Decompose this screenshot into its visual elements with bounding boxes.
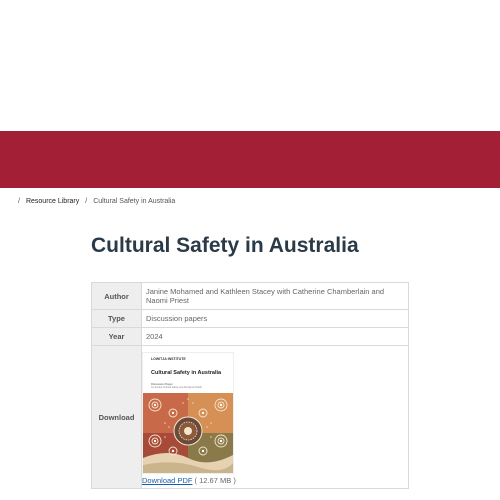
year-row: Year 2024: [91, 327, 409, 346]
author-label: Author: [91, 282, 142, 310]
download-cell: LOWITJA INSTITUTE Cultural Safety in Aus…: [141, 345, 409, 489]
breadcrumb-current: Cultural Safety in Australia: [93, 198, 176, 205]
breadcrumb: / Resource Library / Cultural Safety in …: [16, 198, 175, 205]
header-area: [0, 0, 500, 131]
author-row: Author Janine Mohamed and Kathleen Stace…: [91, 282, 409, 310]
download-pdf-link[interactable]: Download PDF: [142, 476, 192, 485]
breadcrumb-resource-library-link[interactable]: Resource Library: [26, 198, 79, 205]
type-label: Type: [91, 309, 142, 328]
download-line: Download PDF ( 12.67 MB ): [142, 476, 408, 485]
page-banner: [0, 131, 500, 188]
file-size: ( 12.67 MB ): [194, 476, 236, 485]
type-value: Discussion papers: [141, 309, 409, 328]
document-cover-thumbnail[interactable]: LOWITJA INSTITUTE Cultural Safety in Aus…: [142, 352, 234, 474]
cover-logo: LOWITJA INSTITUTE: [151, 357, 186, 361]
page-title: Cultural Safety in Australia: [91, 234, 359, 257]
author-value: Janine Mohamed and Kathleen Stacey with …: [141, 282, 409, 310]
breadcrumb-separator: /: [85, 198, 88, 205]
resource-details-table: Author Janine Mohamed and Kathleen Stace…: [91, 282, 409, 489]
download-label: Download: [91, 345, 142, 489]
breadcrumb-separator: /: [18, 198, 20, 205]
download-row: Download LOWITJA INSTITUTE Cultural Safe…: [91, 345, 409, 489]
type-row: Type Discussion papers: [91, 309, 409, 328]
year-value: 2024: [141, 327, 409, 346]
cover-subtitle-detail: Co-funded Cultural Safety and Aboriginal…: [151, 386, 202, 389]
year-label: Year: [91, 327, 142, 346]
cover-artwork: [143, 393, 233, 473]
cover-title: Cultural Safety in Australia: [151, 370, 222, 376]
